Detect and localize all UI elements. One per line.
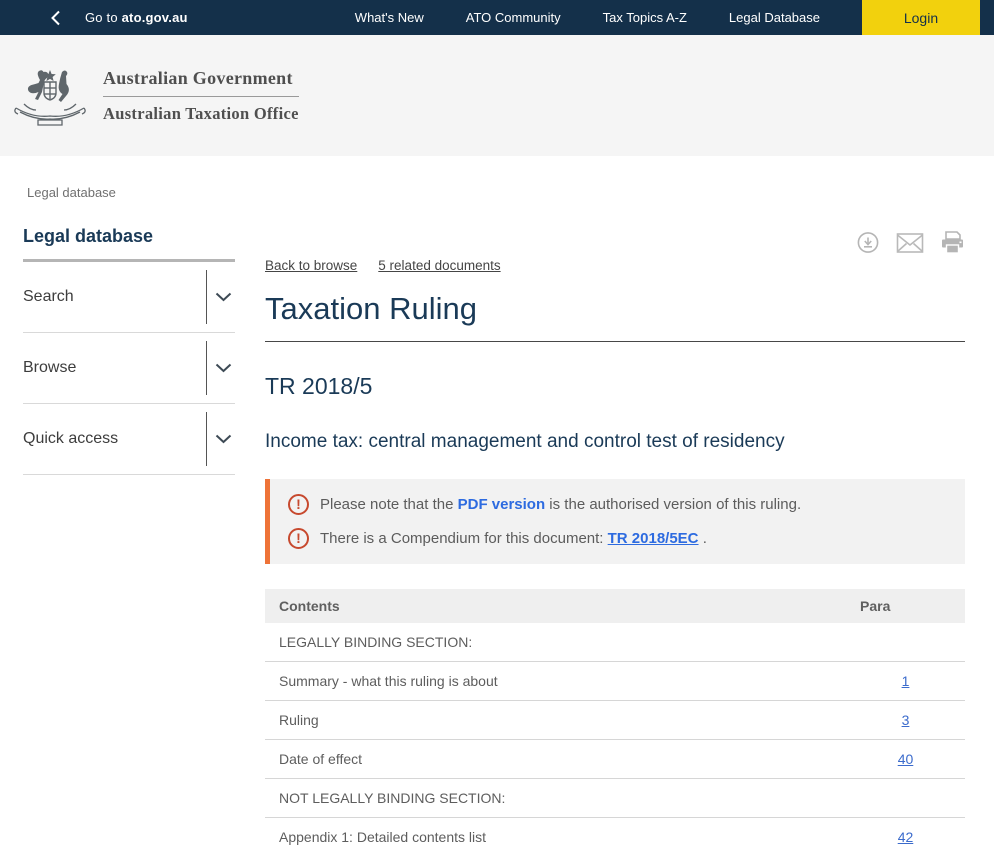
masthead: Australian Government Australian Taxatio… (0, 35, 994, 156)
chevron-down-icon[interactable] (215, 292, 232, 302)
back-to-browse-link[interactable]: Back to browse (265, 258, 357, 273)
alert-icon: ! (288, 494, 309, 515)
compendium-notice: ! There is a Compendium for this documen… (288, 528, 947, 549)
sidebar-item-label: Quick access (23, 430, 118, 448)
compendium-notice-text: There is a Compendium for this document:… (320, 530, 707, 547)
notice-pre: Please note that the (320, 496, 458, 513)
table-row: LEGALLY BINDING SECTION: (265, 623, 965, 662)
pdf-version-link[interactable]: PDF version (458, 496, 546, 513)
table-row: Summary - what this ruling is about 1 (265, 662, 965, 701)
sidebar-item-divider (206, 270, 207, 324)
para-link[interactable]: 1 (902, 673, 910, 689)
para-cell: 3 (860, 701, 965, 740)
page-title: Taxation Ruling (265, 291, 965, 342)
back-chevron-icon[interactable] (50, 10, 61, 26)
top-nav-bar: Go to ato.gov.au What's New ATO Communit… (0, 0, 994, 35)
sidebar-item-search[interactable]: Search (23, 262, 235, 333)
download-icon[interactable] (856, 231, 880, 255)
para-link[interactable]: 40 (898, 751, 914, 767)
contents-table: Contents Para LEGALLY BINDING SECTION: S… (265, 589, 965, 856)
nav-ato-community[interactable]: ATO Community (466, 10, 561, 25)
email-icon[interactable] (896, 232, 924, 254)
table-row: NOT LEGALLY BINDING SECTION: (265, 779, 965, 818)
document-links: Back to browse 5 related documents (265, 258, 965, 273)
ruling-id: TR 2018/5 (265, 373, 965, 400)
para-cell: 42 (860, 818, 965, 857)
chevron-down-icon[interactable] (215, 434, 232, 444)
notice-post: . (699, 530, 707, 547)
masthead-text: Australian Government Australian Taxatio… (103, 68, 299, 124)
para-column-header: Para (860, 589, 965, 623)
table-row: Date of effect 40 (265, 740, 965, 779)
page-body: Legal database (0, 185, 994, 856)
para-cell (860, 623, 965, 662)
related-documents-link[interactable]: 5 related documents (378, 258, 500, 273)
columns: Legal database Search Browse Quick acces… (0, 218, 994, 856)
top-nav-links: What's New ATO Community Tax Topics A-Z … (355, 0, 994, 35)
print-icon[interactable] (940, 231, 965, 255)
coat-of-arms (10, 62, 90, 130)
masthead-government: Australian Government (103, 68, 299, 97)
notice-post: is the authorised version of this ruling… (545, 496, 801, 513)
sidebar-item-divider (206, 341, 207, 395)
contents-row-label: LEGALLY BINDING SECTION: (265, 623, 860, 662)
login-button[interactable]: Login (862, 0, 980, 35)
goto-domain: ato.gov.au (122, 10, 188, 25)
notice-panel: ! Please note that the PDF version is th… (265, 479, 965, 564)
alert-icon: ! (288, 528, 309, 549)
para-link[interactable]: 42 (898, 829, 914, 845)
pdf-notice-text: Please note that the PDF version is the … (320, 496, 801, 513)
goto-ato-link[interactable]: Go to ato.gov.au (85, 10, 188, 25)
para-cell: 40 (860, 740, 965, 779)
sidebar-item-divider (206, 412, 207, 466)
contents-column-header: Contents (265, 589, 860, 623)
breadcrumb: Legal database (27, 185, 994, 200)
contents-row-label: Summary - what this ruling is about (265, 662, 860, 701)
nav-tax-topics[interactable]: Tax Topics A-Z (603, 10, 687, 25)
sidebar-item-browse[interactable]: Browse (23, 333, 235, 404)
document-toolbar (840, 231, 965, 255)
para-cell (860, 779, 965, 818)
compendium-link[interactable]: TR 2018/5EC (608, 530, 699, 547)
ruling-subtitle: Income tax: central management and contr… (265, 431, 965, 453)
chevron-down-icon[interactable] (215, 363, 232, 373)
nav-legal-database[interactable]: Legal Database (729, 10, 820, 25)
sidebar-title: Legal database (23, 226, 235, 247)
contents-row-label: Date of effect (265, 740, 860, 779)
nav-whats-new[interactable]: What's New (355, 10, 424, 25)
pdf-notice: ! Please note that the PDF version is th… (288, 494, 947, 515)
table-row: Ruling 3 (265, 701, 965, 740)
contents-row-label: Ruling (265, 701, 860, 740)
notice-pre: There is a Compendium for this document: (320, 530, 608, 547)
document-content: Back to browse 5 related documents Taxati… (265, 218, 965, 856)
contents-row-label: Appendix 1: Detailed contents list (265, 818, 860, 857)
para-cell: 1 (860, 662, 965, 701)
masthead-agency: Australian Taxation Office (103, 104, 299, 124)
contents-header-row: Contents Para (265, 589, 965, 623)
table-row: Appendix 1: Detailed contents list 42 (265, 818, 965, 857)
para-link[interactable]: 3 (902, 712, 910, 728)
sidebar-item-label: Browse (23, 359, 76, 377)
goto-prefix: Go to (85, 10, 122, 25)
sidebar-item-quick-access[interactable]: Quick access (23, 404, 235, 475)
sidebar-item-label: Search (23, 288, 74, 306)
contents-row-label: NOT LEGALLY BINDING SECTION: (265, 779, 860, 818)
sidebar: Legal database Search Browse Quick acces… (23, 218, 235, 856)
